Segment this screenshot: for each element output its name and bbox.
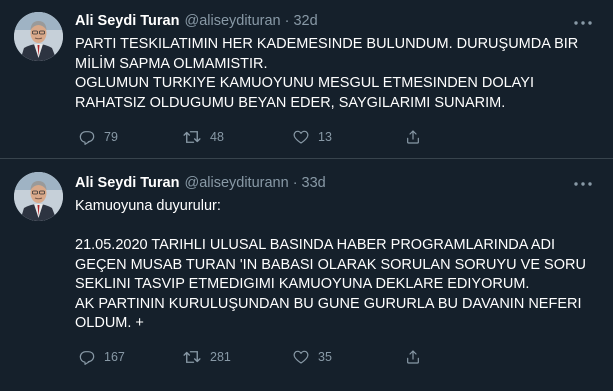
- reply-count: 79: [104, 130, 118, 144]
- tweet-text: Kamuoyuna duyurulur: 21.05.2020 TARIHLI …: [75, 197, 595, 334]
- reply-icon: [79, 131, 95, 145]
- author-name[interactable]: Ali Seydi Turan: [75, 175, 179, 191]
- tweet-paragraph: OGLUMUN TURKIYE KAMUOYUNU MESGUL ETMESIN…: [75, 75, 534, 111]
- share-button[interactable]: [405, 349, 421, 365]
- profile-photo-icon: [14, 172, 63, 221]
- tweet[interactable]: Ali Seydi Turan @aliseyditurann · 33d Ka…: [0, 159, 613, 391]
- tweet-header: Ali Seydi Turan @aliseydituran · 32d: [75, 11, 318, 31]
- tweet-paragraph: AK PARTININ KURULUŞUNDAN BU GUNE GURURLA…: [75, 295, 582, 332]
- share-icon: [407, 350, 419, 364]
- retweet-count: 281: [210, 350, 231, 364]
- retweet-button[interactable]: 48: [183, 129, 224, 145]
- tweet-timestamp[interactable]: 32d: [293, 13, 317, 29]
- author-handle[interactable]: @aliseydituran: [184, 13, 280, 29]
- heart-icon: [293, 130, 309, 144]
- tweet-paragraph: Kamuoyuna duyurulur:: [75, 198, 221, 214]
- separator-dot: ·: [292, 175, 298, 191]
- author-name[interactable]: Ali Seydi Turan: [75, 13, 179, 29]
- like-count: 13: [318, 130, 332, 144]
- reply-button[interactable]: 167: [79, 349, 125, 365]
- retweet-icon: [183, 351, 201, 363]
- retweet-button[interactable]: 281: [183, 349, 231, 365]
- avatar[interactable]: [14, 172, 63, 221]
- more-options-icon[interactable]: [571, 176, 595, 192]
- retweet-count: 48: [210, 130, 224, 144]
- reply-button[interactable]: 79: [79, 129, 118, 145]
- tweet-header: Ali Seydi Turan @aliseyditurann · 33d: [75, 173, 326, 193]
- more-options-icon[interactable]: [571, 15, 595, 31]
- separator-dot: ·: [284, 13, 290, 29]
- tweet-actions: 167 281 35: [75, 349, 515, 367]
- share-icon: [407, 130, 419, 144]
- profile-photo-icon: [14, 12, 63, 61]
- tweet-timestamp[interactable]: 33d: [302, 175, 326, 191]
- tweet-actions: 79 48 13: [75, 129, 515, 147]
- retweet-icon: [183, 131, 201, 143]
- like-button[interactable]: 35: [293, 349, 332, 365]
- avatar[interactable]: [14, 12, 63, 61]
- like-button[interactable]: 13: [293, 129, 332, 145]
- tweet-text: PARTI TESKILATIMIN HER KADEMESINDE BULUN…: [75, 35, 595, 113]
- share-button[interactable]: [405, 129, 421, 145]
- author-handle[interactable]: @aliseyditurann: [184, 175, 288, 191]
- reply-icon: [79, 351, 95, 365]
- tweet[interactable]: Ali Seydi Turan @aliseydituran · 32d PAR…: [0, 0, 613, 159]
- tweet-paragraph: 21.05.2020 TARIHLI ULUSAL BASINDA HABER …: [75, 237, 586, 292]
- reply-count: 167: [104, 350, 125, 364]
- like-count: 35: [318, 350, 332, 364]
- heart-icon: [293, 350, 309, 364]
- tweet-paragraph: PARTI TESKILATIMIN HER KADEMESINDE BULUN…: [75, 36, 579, 72]
